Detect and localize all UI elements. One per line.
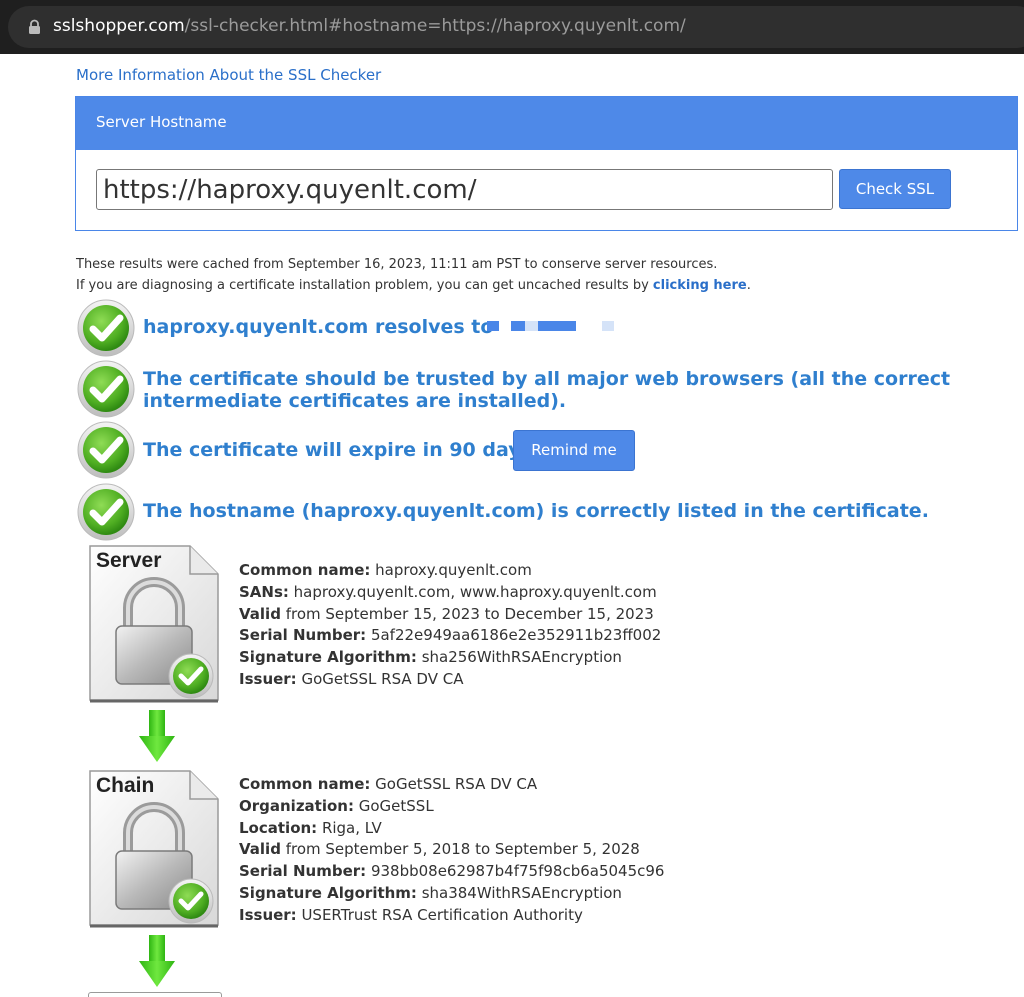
detail-value: sha256WithRSAEncryption — [416, 648, 622, 667]
clicking-here-link[interactable]: clicking here — [653, 278, 747, 293]
url-path: /ssl-checker.html#hostname=https://hapro… — [184, 16, 686, 36]
cert-detail-row: Issuer: USERTrust RSA Certification Auth… — [239, 905, 664, 927]
hostname-input[interactable] — [96, 169, 833, 210]
next-certificate-icon-partial — [88, 992, 222, 997]
detail-label: Issuer: — [239, 905, 297, 924]
detail-label: Common name: — [239, 561, 371, 579]
green-check-icon — [77, 299, 135, 357]
form-header: Server Hostname — [76, 97, 1017, 150]
uncached-notice: If you are diagnosing a certificate inst… — [76, 278, 751, 293]
detail-value: sha384WithRSAEncryption — [416, 883, 622, 902]
server-icon-label: Server — [96, 549, 162, 572]
lock-icon[interactable] — [28, 19, 41, 35]
cert-detail-row: Issuer: GoGetSSL RSA DV CA — [239, 669, 661, 691]
uncached-notice-suffix: . — [746, 278, 751, 293]
detail-label: Valid — [239, 604, 281, 623]
green-check-icon — [77, 421, 135, 479]
detail-label: Serial Number: — [239, 862, 367, 881]
detail-value: 5af22e949aa6186e2e352911b23ff002 — [366, 626, 662, 645]
cert-detail-row: Valid from September 5, 2018 to Septembe… — [239, 839, 664, 861]
detail-value: 938bb08e62987b4f75f98cb6a5045c96 — [366, 862, 665, 881]
browser-address-bar: sslshopper.com/ssl-checker.html#hostname… — [0, 0, 1024, 54]
detail-value: GoGetSSL — [353, 796, 434, 815]
detail-label: Common name: — [239, 775, 371, 793]
cert-detail-row: Signature Algorithm: sha256WithRSAEncryp… — [239, 647, 661, 669]
redacted-ip-block — [538, 321, 576, 331]
redacted-ip-block — [602, 321, 614, 331]
cert-detail-row: Common name: haproxy.quyenlt.com — [239, 560, 661, 582]
cert-detail-row: Signature Algorithm: sha384WithRSAEncryp… — [239, 883, 664, 905]
detail-value: from September 15, 2023 to December 15, … — [280, 604, 654, 623]
detail-label: Signature Algorithm: — [239, 883, 417, 902]
redacted-ip-block — [525, 321, 538, 331]
detail-label: Organization: — [239, 796, 354, 815]
detail-value: Riga, LV — [317, 818, 382, 837]
detail-value: haproxy.quyenlt.com, www.haproxy.quyenlt… — [288, 582, 657, 601]
remind-me-button[interactable]: Remind me — [513, 430, 635, 471]
green-check-icon — [77, 360, 135, 418]
detail-label: Location: — [239, 818, 318, 837]
expire-result: The certificate will expire in 90 days. — [143, 439, 540, 461]
detail-value: from September 5, 2018 to September 5, 2… — [280, 840, 640, 859]
green-down-arrow-icon — [139, 935, 175, 987]
detail-label: Issuer: — [239, 669, 297, 688]
url-text[interactable]: sslshopper.com/ssl-checker.html#hostname… — [53, 15, 686, 37]
cert-detail-row: Serial Number: 938bb08e62987b4f75f98cb6a… — [239, 861, 664, 883]
cert-detail-row: Valid from September 15, 2023 to Decembe… — [239, 604, 661, 626]
detail-label: SANs: — [239, 582, 289, 601]
detail-value: haproxy.quyenlt.com — [370, 561, 532, 579]
uncached-notice-text: If you are diagnosing a certificate inst… — [76, 278, 653, 293]
green-check-icon — [77, 483, 135, 541]
chain-icon-label: Chain — [96, 774, 155, 797]
detail-label: Signature Algorithm: — [239, 648, 417, 667]
detail-value: GoGetSSL RSA DV CA — [370, 775, 538, 793]
cert-detail-row: Serial Number: 5af22e949aa6186e2e352911b… — [239, 625, 661, 647]
trusted-result: The certificate should be trusted by all… — [143, 368, 951, 412]
green-down-arrow-icon — [139, 710, 175, 762]
detail-value: USERTrust RSA Certification Authority — [296, 905, 583, 924]
detail-label: Serial Number: — [239, 626, 367, 645]
chain-cert-details: Common name: GoGetSSL RSA DV CA Organiza… — [239, 774, 664, 927]
server-cert-details: Common name: haproxy.quyenlt.com SANs: h… — [239, 560, 661, 691]
detail-value: GoGetSSL RSA DV CA — [296, 669, 464, 688]
redacted-ip-block — [511, 321, 525, 331]
detail-label: Valid — [239, 840, 281, 859]
ssl-checker-info-link[interactable]: More Information About the SSL Checker — [76, 66, 381, 84]
redacted-ip-block — [487, 321, 499, 331]
cert-detail-row: SANs: haproxy.quyenlt.com, www.haproxy.q… — [239, 582, 661, 604]
cert-detail-row: Organization: GoGetSSL — [239, 796, 664, 818]
check-ssl-button[interactable]: Check SSL — [839, 169, 951, 209]
server-hostname-form: Server Hostname Check SSL — [75, 96, 1018, 231]
cert-detail-row: Common name: GoGetSSL RSA DV CA — [239, 774, 664, 796]
cert-detail-row: Location: Riga, LV — [239, 818, 664, 840]
url-host: sslshopper.com — [53, 16, 185, 36]
resolves-result: haproxy.quyenlt.com resolves to — [143, 316, 494, 338]
hostname-result: The hostname (haproxy.quyenlt.com) is co… — [143, 500, 929, 522]
cache-notice: These results were cached from September… — [76, 257, 718, 272]
